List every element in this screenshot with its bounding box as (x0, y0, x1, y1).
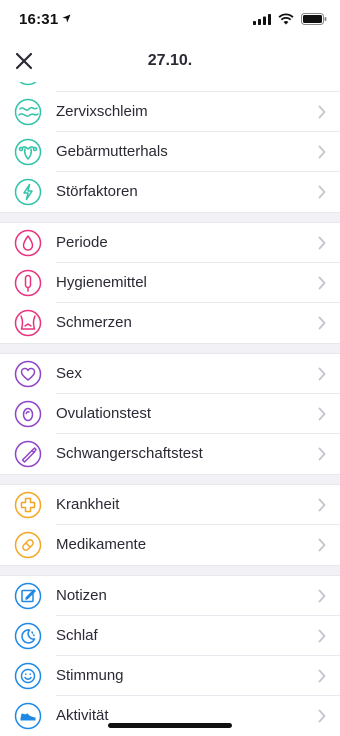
chevron-right-icon (318, 709, 326, 723)
pill-icon (14, 531, 42, 559)
chevron-right-icon (318, 407, 326, 421)
list-item-label: Sex (56, 365, 82, 382)
list-item-label: Notizen (56, 587, 107, 604)
cervical-mucus-icon (14, 98, 42, 126)
status-time: 16:31 (19, 11, 59, 28)
list-item-periode[interactable]: Periode (0, 223, 340, 263)
heart-icon (14, 360, 42, 388)
list-item-label: Aktivität (56, 707, 109, 724)
list-item-label: Ovulationstest (56, 405, 152, 422)
body-pain-icon (14, 309, 42, 337)
list-item-label: Medikamente (56, 536, 147, 553)
group-separator (0, 212, 340, 223)
status-bar: 16:31 (0, 0, 340, 40)
chevron-right-icon (318, 145, 326, 159)
note-icon (14, 582, 42, 610)
list-item-schlaf[interactable]: Schlaf (0, 616, 340, 656)
list-item-schmerzen[interactable]: Schmerzen (0, 303, 340, 343)
list-item-label: Krankheit (56, 496, 120, 513)
list-item-label: Schlaf (56, 627, 98, 644)
list-item-label: Periode (56, 234, 108, 251)
category-group-orange: Krankheit Medikamente (0, 485, 340, 565)
list-item-label: Zervixschleim (56, 103, 148, 120)
chevron-right-icon (318, 105, 326, 119)
lightning-icon (14, 178, 42, 206)
list-item-zervixschleim[interactable]: Zervixschleim (0, 92, 340, 132)
list-item-notizen[interactable]: Notizen (0, 576, 340, 616)
list-item-medikamente[interactable]: Medikamente (0, 525, 340, 565)
drop-icon (14, 229, 42, 257)
list-item-hygienemittel[interactable]: Hygienemittel (0, 263, 340, 303)
group-separator (0, 474, 340, 485)
page-title: 27.10. (147, 52, 193, 69)
smiley-icon (14, 662, 42, 690)
category-list-scroll[interactable]: Zervixschleim Gebärmutterhals Störfaktoren… (0, 82, 340, 736)
tampon-icon (14, 269, 42, 297)
list-item-label: Gebärmutterhals (56, 143, 168, 160)
list-item-aktivität[interactable]: Aktivität (0, 696, 340, 736)
category-list: Zervixschleim Gebärmutterhals Störfaktoren… (0, 82, 340, 736)
chevron-right-icon (318, 589, 326, 603)
egg-icon (14, 400, 42, 428)
list-item-schwangerschaftstest[interactable]: Schwangerschaftstest (0, 434, 340, 474)
list-item-ovulationstest[interactable]: Ovulationstest (0, 394, 340, 434)
category-group-purple: Sex Ovulationstest Schwangerschaftstest (0, 354, 340, 474)
group-separator (0, 343, 340, 354)
list-item-label: Schwangerschaftstest (56, 445, 203, 462)
chevron-right-icon (318, 236, 326, 250)
battery-icon (301, 13, 327, 25)
chevron-right-icon (318, 498, 326, 512)
category-group-pink: Periode Hygienemittel Schmerzen (0, 223, 340, 343)
group-separator (0, 565, 340, 576)
category-group-blue: Notizen Schlaf Stimmung Aktivität (0, 576, 340, 736)
partial-item-icon (19, 82, 37, 86)
list-item-stimmung[interactable]: Stimmung (0, 656, 340, 696)
list-item-label: Störfaktoren (56, 183, 138, 200)
moon-icon (14, 622, 42, 650)
list-item-sex[interactable]: Sex (0, 354, 340, 394)
category-group-teal: Zervixschleim Gebärmutterhals Störfaktoren (0, 82, 340, 212)
location-arrow-icon (62, 14, 71, 23)
chevron-right-icon (318, 316, 326, 330)
chevron-right-icon (318, 669, 326, 683)
list-item-hidden-item[interactable] (0, 82, 340, 92)
list-item-label: Schmerzen (56, 314, 132, 331)
list-item-label: Stimmung (56, 667, 124, 684)
chevron-right-icon (318, 185, 326, 199)
test-stick-icon (14, 440, 42, 468)
nav-bar: 27.10. (0, 40, 340, 82)
chevron-right-icon (318, 447, 326, 461)
shoe-icon (14, 702, 42, 730)
signal-icon (253, 13, 271, 25)
list-item-gebärmutterhals[interactable]: Gebärmutterhals (0, 132, 340, 172)
chevron-right-icon (318, 629, 326, 643)
list-item-störfaktoren[interactable]: Störfaktoren (0, 172, 340, 212)
chevron-right-icon (318, 276, 326, 290)
home-indicator[interactable] (108, 723, 232, 728)
cross-icon (14, 491, 42, 519)
chevron-right-icon (318, 538, 326, 552)
wifi-icon (278, 13, 294, 25)
cervix-icon (14, 138, 42, 166)
list-item-krankheit[interactable]: Krankheit (0, 485, 340, 525)
list-item-label: Hygienemittel (56, 274, 147, 291)
chevron-right-icon (318, 367, 326, 381)
